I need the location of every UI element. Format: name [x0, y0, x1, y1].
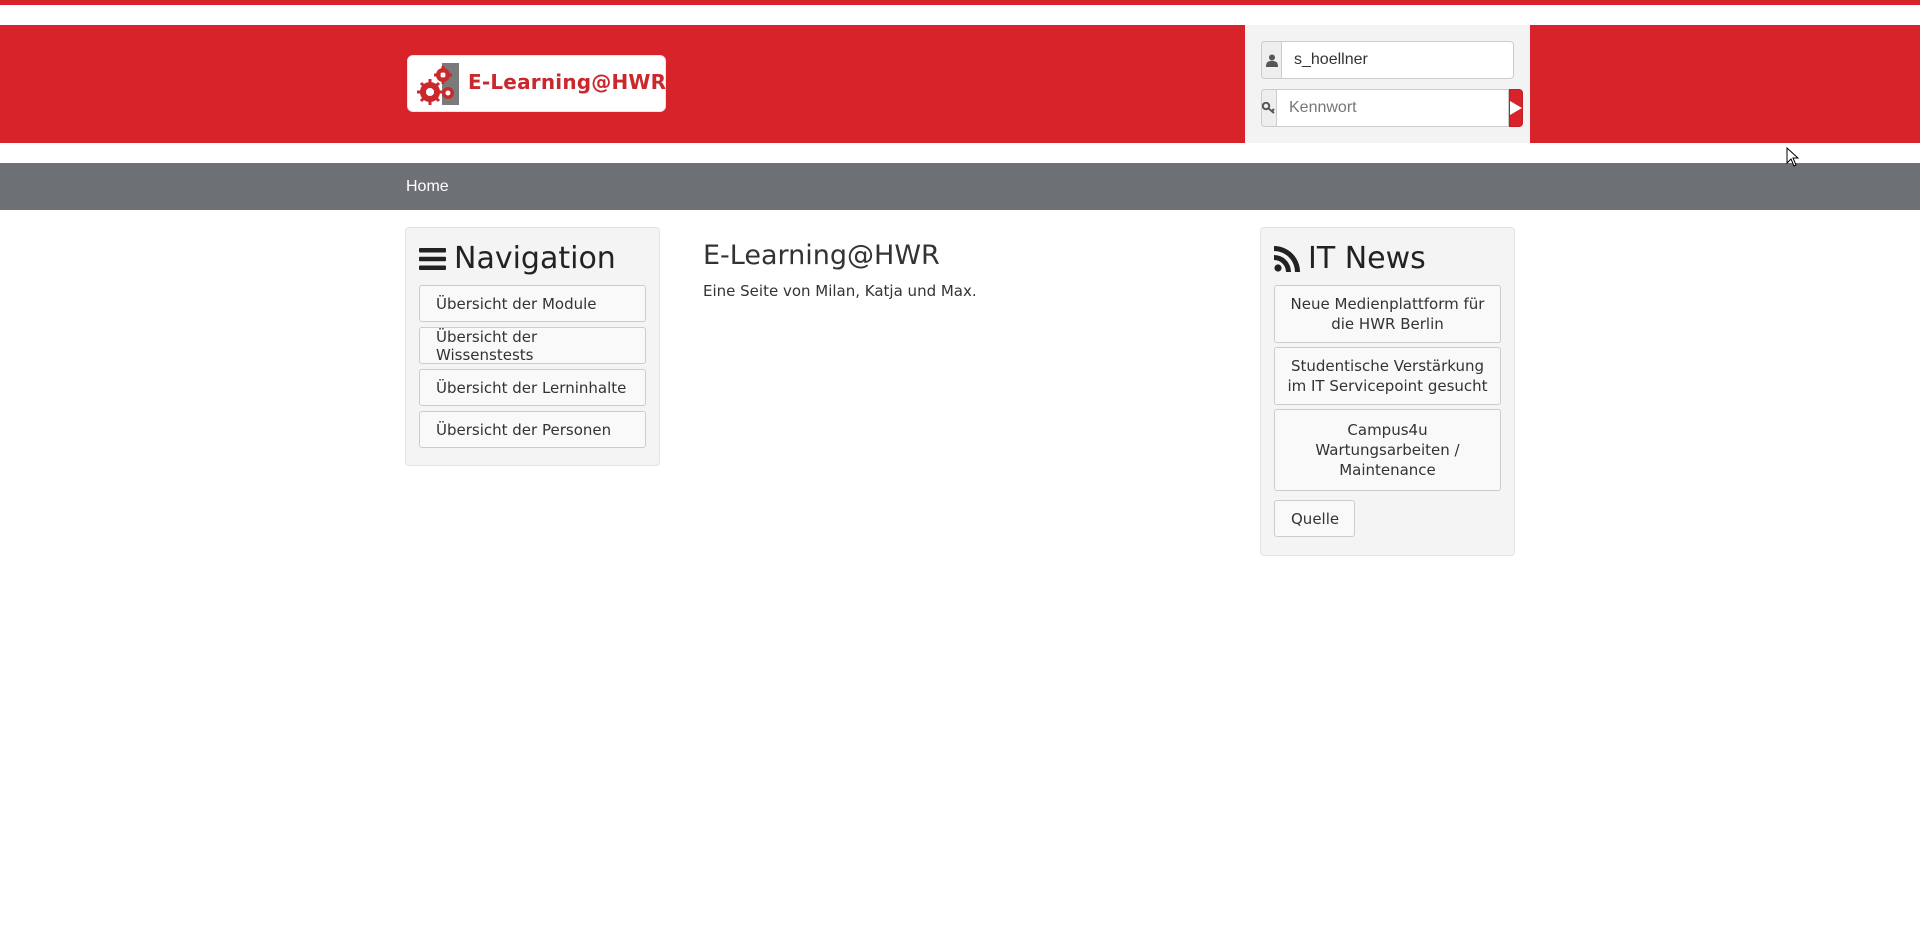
mouse-cursor-icon [1786, 147, 1800, 167]
gears-logo-icon [417, 63, 459, 105]
logo-text: E-Learning@HWR [468, 70, 667, 94]
it-news-heading: IT News [1274, 241, 1426, 276]
navigation-panel: Navigation Übersicht der Module Übersich… [405, 227, 660, 466]
sidebar-item-label: Übersicht der Wissenstests [436, 327, 538, 364]
news-item-label: Neue Medienplattform für die HWR Berlin [1290, 295, 1485, 333]
sidebar-item-modules[interactable]: Übersicht der Module [419, 285, 646, 322]
login-submit-button[interactable] [1509, 89, 1523, 127]
login-box [1245, 25, 1530, 143]
news-item[interactable]: Neue Medienplattform für die HWR Berlin [1274, 285, 1501, 343]
navigation-heading: Navigation [419, 241, 616, 276]
news-item-label: Campus4u Wartungsarbeiten / Maintenance [1315, 421, 1460, 479]
user-icon [1261, 41, 1281, 79]
sidebar-item-label: Übersicht der Lerninhalte [436, 378, 627, 397]
top-accent-line [0, 0, 1920, 5]
sidebar-item-tests[interactable]: Übersicht der Wissenstests [419, 327, 646, 364]
play-icon [1510, 101, 1522, 115]
bars-icon [419, 247, 446, 270]
it-news-title: IT News [1308, 241, 1426, 276]
it-news-panel: IT News Neue Medienplattform für die HWR… [1260, 227, 1515, 556]
news-item-label: Studentische Verstärkung im IT Servicepo… [1287, 357, 1488, 395]
key-icon [1261, 89, 1276, 127]
navigation-title: Navigation [454, 241, 616, 276]
page-subtitle: Eine Seite von Milan, Katja und Max. [703, 282, 977, 300]
password-input-group [1261, 89, 1523, 127]
source-button[interactable]: Quelle [1274, 500, 1355, 537]
sidebar-item-content[interactable]: Übersicht der Lerninhalte [419, 369, 646, 406]
navbar: Home [0, 163, 1920, 210]
sidebar-item-label: Übersicht der Module [436, 294, 597, 313]
rss-icon [1274, 245, 1300, 272]
username-field[interactable] [1281, 41, 1514, 79]
site-logo[interactable]: E-Learning@HWR [407, 55, 666, 112]
nav-home-link[interactable]: Home [406, 178, 449, 196]
password-field[interactable] [1276, 89, 1509, 127]
header-band [0, 25, 1920, 143]
page-title: E-Learning@HWR [703, 240, 940, 271]
news-item[interactable]: Studentische Verstärkung im IT Servicepo… [1274, 347, 1501, 405]
sidebar-item-label: Übersicht der Personen [436, 420, 612, 439]
username-input-group [1261, 41, 1514, 79]
source-button-label: Quelle [1291, 509, 1340, 528]
news-item[interactable]: Campus4u Wartungsarbeiten / Maintenance [1274, 409, 1501, 491]
sidebar-item-persons[interactable]: Übersicht der Personen [419, 411, 646, 448]
